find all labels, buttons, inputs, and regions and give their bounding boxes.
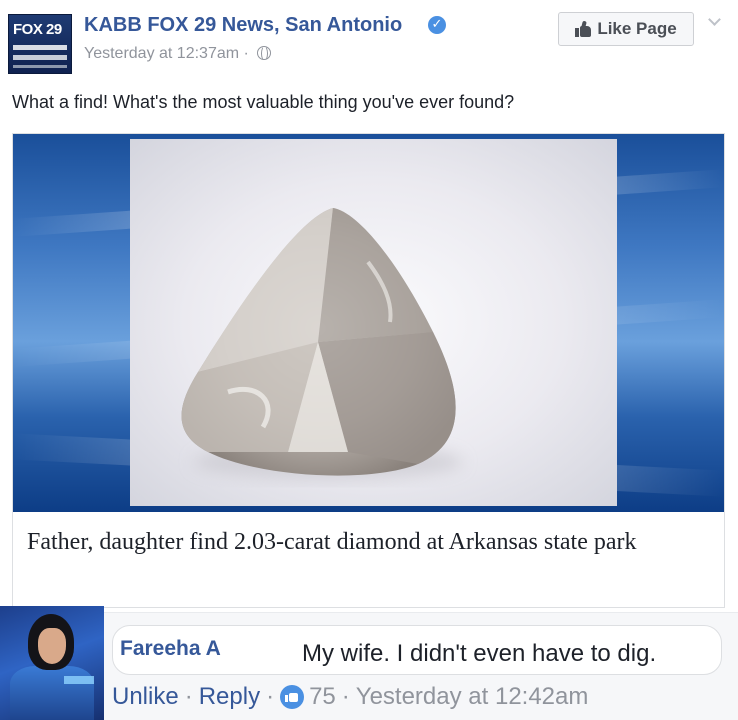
comment-text: My wife. I didn't even have to dig.	[302, 640, 657, 667]
avatar[interactable]	[0, 606, 104, 720]
link-preview-card[interactable]: Father, daughter find 2.03-carat diamond…	[12, 133, 725, 608]
post-text: What a find! What's the most valuable th…	[12, 92, 515, 112]
page-logo[interactable]: FOX 29	[8, 14, 72, 74]
link-title[interactable]: Father, daughter find 2.03-carat diamond…	[27, 526, 707, 559]
globe-icon	[257, 46, 272, 61]
link-preview-image	[13, 134, 724, 512]
verified-badge-icon: ✓	[428, 16, 446, 34]
post-timestamp[interactable]: Yesterday at 12:37am	[84, 45, 239, 62]
meta-separator: ·	[243, 45, 249, 62]
post-meta: Yesterday at 12:37am ·	[84, 45, 272, 63]
diamond-image	[181, 208, 463, 480]
comment-actions: Unlike · Reply · 75 · Yesterday at 12:42…	[112, 683, 588, 711]
action-separator: ·	[341, 683, 350, 710]
comment-author-link[interactable]: Fareeha A	[120, 637, 221, 661]
like-page-label: Like Page	[597, 19, 677, 38]
action-separator: ·	[184, 683, 193, 710]
like-badge-icon[interactable]	[280, 685, 305, 709]
thumbs-up-icon	[575, 20, 592, 37]
page-name-link[interactable]: KABB FOX 29 News, San Antonio	[84, 14, 402, 37]
page-logo-text: FOX 29	[13, 21, 62, 38]
comment-like-count[interactable]: 75	[309, 683, 336, 711]
unlike-button[interactable]: Unlike	[112, 683, 179, 711]
like-page-button[interactable]: Like Page	[558, 12, 694, 46]
comment-timestamp[interactable]: Yesterday at 12:42am	[356, 683, 589, 711]
action-separator: ·	[266, 683, 275, 710]
chevron-down-icon[interactable]	[708, 14, 720, 26]
reply-button[interactable]: Reply	[199, 683, 260, 711]
